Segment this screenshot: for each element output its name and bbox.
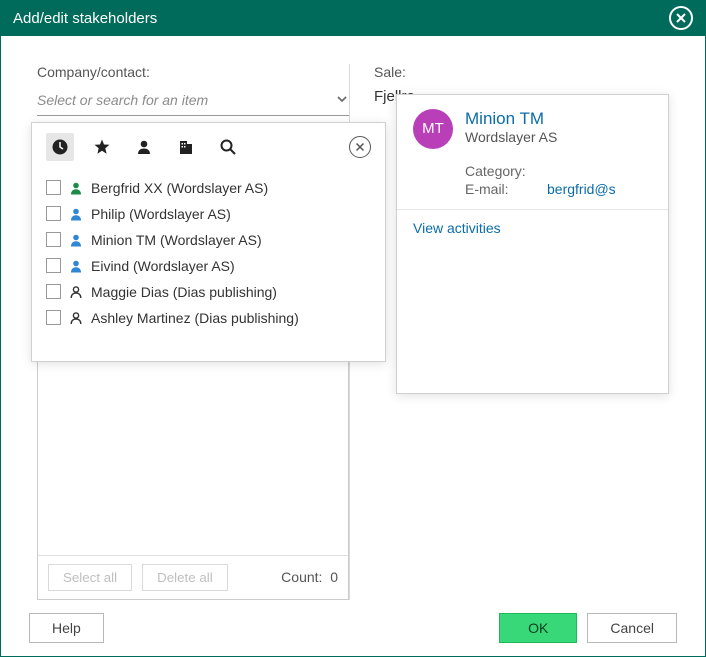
- contact-name: Bergfrid XX (Wordslayer AS): [91, 180, 268, 196]
- person-icon: [69, 259, 83, 273]
- contact-name: Ashley Martinez (Dias publishing): [91, 310, 299, 326]
- checkbox[interactable]: [46, 232, 61, 247]
- dropdown-item[interactable]: Bergfrid XX (Wordslayer AS): [32, 175, 385, 201]
- checkbox[interactable]: [46, 284, 61, 299]
- dialog-body: Company/contact: Select or search for an…: [1, 36, 705, 600]
- help-button[interactable]: Help: [29, 613, 104, 643]
- tab-search[interactable]: [214, 133, 242, 161]
- card-company-name: Wordslayer AS: [465, 129, 557, 145]
- dropdown-item[interactable]: Philip (Wordslayer AS): [32, 201, 385, 227]
- card-meta: Category: E-mail: bergfrid@s: [397, 159, 668, 209]
- count-display: Count: 0: [281, 569, 338, 585]
- select-all-button[interactable]: Select all: [48, 564, 132, 591]
- close-icon: [675, 12, 687, 24]
- contact-name: Minion TM (Wordslayer AS): [91, 232, 262, 248]
- clock-icon: [51, 138, 69, 156]
- company-contact-combo[interactable]: Select or search for an item: [37, 86, 349, 116]
- contact-detail-card: MT Minion TM Wordslayer AS Category: E-m…: [396, 94, 669, 394]
- combo-placeholder: Select or search for an item: [37, 92, 335, 108]
- checkbox[interactable]: [46, 180, 61, 195]
- dropdown-list: Bergfrid XX (Wordslayer AS) Philip (Words…: [32, 169, 385, 331]
- person-icon: [69, 181, 83, 195]
- ok-button[interactable]: OK: [499, 613, 577, 643]
- titlebar: Add/edit stakeholders: [1, 1, 705, 36]
- card-contact-name[interactable]: Minion TM: [465, 109, 557, 129]
- dropdown-item[interactable]: Minion TM (Wordslayer AS): [32, 227, 385, 253]
- tab-favorites[interactable]: [88, 133, 116, 161]
- sale-label: Sale:: [374, 64, 669, 80]
- x-icon: [355, 142, 365, 152]
- selected-footer: Select all Delete all Count: 0: [38, 555, 348, 599]
- count-label: Count:: [281, 569, 322, 585]
- dialog-footer: Help OK Cancel: [1, 600, 705, 656]
- tab-history[interactable]: [46, 133, 74, 161]
- tab-companies[interactable]: [172, 133, 200, 161]
- stakeholders-dialog: Add/edit stakeholders Company/contact: S…: [0, 0, 706, 657]
- left-column: Company/contact: Select or search for an…: [37, 64, 349, 600]
- card-header: MT Minion TM Wordslayer AS: [397, 95, 668, 159]
- star-icon: [93, 138, 111, 156]
- avatar: MT: [413, 109, 453, 149]
- contact-name: Eivind (Wordslayer AS): [91, 258, 235, 274]
- person-icon: [135, 138, 153, 156]
- dropdown-item[interactable]: Ashley Martinez (Dias publishing): [32, 305, 385, 331]
- email-value[interactable]: bergfrid@s: [547, 181, 616, 197]
- checkbox[interactable]: [46, 310, 61, 325]
- tab-contacts[interactable]: [130, 133, 158, 161]
- contact-dropdown: Bergfrid XX (Wordslayer AS) Philip (Words…: [31, 122, 386, 362]
- chevron-down-icon: [335, 92, 349, 109]
- cancel-button[interactable]: Cancel: [587, 613, 677, 643]
- view-activities-link[interactable]: View activities: [397, 209, 668, 246]
- dropdown-item[interactable]: Maggie Dias (Dias publishing): [32, 279, 385, 305]
- clear-search-button[interactable]: [349, 136, 371, 158]
- person-icon: [69, 285, 83, 299]
- contact-name: Maggie Dias (Dias publishing): [91, 284, 277, 300]
- person-icon: [69, 311, 83, 325]
- checkbox[interactable]: [46, 206, 61, 221]
- dropdown-item[interactable]: Eivind (Wordslayer AS): [32, 253, 385, 279]
- delete-all-button[interactable]: Delete all: [142, 564, 228, 591]
- close-button[interactable]: [669, 6, 693, 30]
- person-icon: [69, 207, 83, 221]
- search-icon: [219, 138, 237, 156]
- checkbox[interactable]: [46, 258, 61, 273]
- company-contact-label: Company/contact:: [37, 64, 349, 80]
- dialog-title: Add/edit stakeholders: [13, 10, 669, 27]
- category-label: Category:: [465, 163, 535, 179]
- person-icon: [69, 233, 83, 247]
- contact-name: Philip (Wordslayer AS): [91, 206, 231, 222]
- building-icon: [177, 138, 195, 156]
- count-value: 0: [330, 569, 338, 585]
- email-label: E-mail:: [465, 181, 535, 197]
- dropdown-toolbar: [32, 133, 385, 169]
